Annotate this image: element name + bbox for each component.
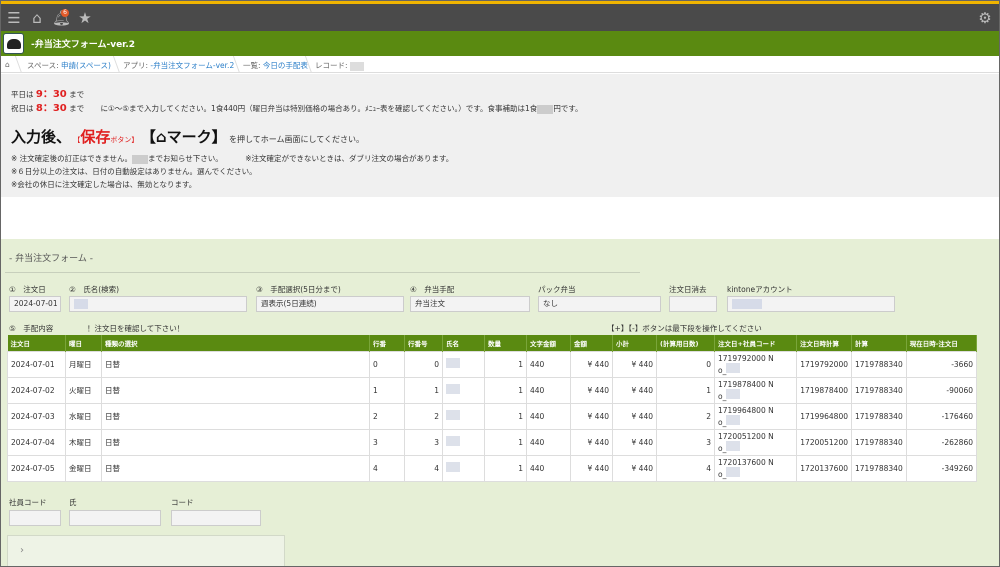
arrange-select[interactable]: 週表示(5日連続) bbox=[256, 296, 404, 312]
note-line-1: ※ 注文確定後の訂正はできません。 までお知らせ下さい。 ※注文確定ができないとき… bbox=[11, 154, 454, 164]
order-date-input[interactable]: 2024-07-01 bbox=[9, 296, 61, 312]
col-amount-text: 文字金額 bbox=[526, 335, 571, 351]
col-row: 行番 bbox=[369, 335, 405, 351]
gear-icon[interactable]: ⚙ bbox=[976, 9, 994, 27]
expand-panel[interactable]: › bbox=[7, 535, 285, 566]
col-row-number: 行番号 bbox=[404, 335, 443, 351]
app-window: ☰ ⌂ 🔔︎ 6 ★ ⚙ -弁当注文フォーム-ver.2 ⌂ スペース: 申請(… bbox=[0, 0, 1000, 567]
col-date-emp-code: 注文日+社員コード bbox=[714, 335, 797, 351]
emp-code-label: 社員コード bbox=[9, 498, 47, 507]
form-title: - 弁当注文フォーム - bbox=[9, 254, 93, 264]
breadcrumb-space-link[interactable]: 申請(スペース) bbox=[61, 61, 111, 70]
star-icon[interactable]: ★ bbox=[76, 9, 94, 27]
breadcrumb-list: 一覧: 今日の手配表 bbox=[243, 61, 308, 70]
app-header: -弁当注文フォーム-ver.2 bbox=[1, 31, 999, 56]
table-row: 2024-07-02 火曜日 日替 1 1 1 440 ¥ 440 ¥ 440 … bbox=[7, 376, 978, 404]
table-row: 2024-07-01 月曜日 日替 0 0 1 440 ¥ 440 ¥ 440 … bbox=[7, 350, 978, 378]
order-form: - 弁当注文フォーム - ① 注文日 2024-07-01 ② 氏名(検索) ③… bbox=[1, 239, 999, 566]
table-row: 2024-07-05 金曜日 日替 4 4 1 440 ¥ 440 ¥ 440 … bbox=[7, 454, 978, 482]
menu-icon[interactable]: ☰ bbox=[5, 9, 23, 27]
surname-input[interactable] bbox=[69, 510, 161, 526]
table-row: 2024-07-03 水曜日 日替 2 2 1 440 ¥ 440 ¥ 440 … bbox=[7, 402, 978, 430]
order-table: 注文日 曜日 種類の選択 行番 行番号 氏名 数量 文字金額 金額 小計 (計算… bbox=[7, 335, 978, 482]
col-date-calc: 注文日時計算 bbox=[796, 335, 852, 351]
emp-code-input[interactable] bbox=[9, 510, 61, 526]
holiday-deadline: 祝日は 8：30 まで に①～⑤まで入力してください。1食440円（曜日弁当は特… bbox=[11, 103, 583, 114]
col-amount: 金額 bbox=[570, 335, 613, 351]
notice-panel: 平日は 9：30 まで 祝日は 8：30 まで に①～⑤まで入力してください。1… bbox=[1, 74, 999, 197]
note-line-3: ※会社の休日に注文確定した場合は、無効となります。 bbox=[11, 180, 197, 189]
col-type: 種類の選択 bbox=[101, 335, 370, 351]
cancel-date-label: 注文日消去 bbox=[669, 285, 707, 294]
breadcrumb-app: アプリ: -弁当注文フォーム-ver.2 bbox=[123, 61, 235, 70]
account-label: kintoneアカウント bbox=[727, 285, 793, 294]
breadcrumb-app-link[interactable]: -弁当注文フォーム-ver.2 bbox=[150, 61, 234, 70]
content-label: ⑤ 手配内容 bbox=[9, 324, 54, 333]
pack-label: パック弁当 bbox=[538, 285, 576, 294]
breadcrumb: ⌂ スペース: 申請(スペース) アプリ: -弁当注文フォーム-ver.2 一覧… bbox=[1, 56, 999, 73]
weekday-deadline: 平日は 9：30 まで bbox=[11, 89, 85, 100]
breadcrumb-record: レコード: bbox=[315, 60, 364, 71]
chevron-right-icon[interactable]: › bbox=[20, 545, 24, 556]
col-quantity: 数量 bbox=[484, 335, 527, 351]
home-icon[interactable]: ⌂ bbox=[28, 9, 46, 27]
account-input[interactable] bbox=[727, 296, 895, 312]
code-label: コード bbox=[171, 498, 194, 507]
col-calc: 計算 bbox=[851, 335, 907, 351]
top-navigation: ☰ ⌂ 🔔︎ 6 ★ ⚙ bbox=[1, 1, 999, 31]
col-calc-days: (計算用日数) bbox=[656, 335, 715, 351]
home-icon-inline: ⌂ bbox=[155, 128, 167, 146]
name-label: ② 氏名(検索) bbox=[69, 285, 120, 294]
arrange-label: ③ 手配選択(5日分まで) bbox=[256, 285, 341, 294]
order-date-label: ① 注文日 bbox=[9, 285, 46, 294]
cancel-date-input[interactable] bbox=[669, 296, 717, 312]
name-search-input[interactable] bbox=[69, 296, 247, 312]
code-input[interactable] bbox=[171, 510, 261, 526]
bento-label: ④ 弁当手配 bbox=[410, 285, 455, 294]
app-icon bbox=[3, 33, 24, 54]
surname-label: 氏 bbox=[69, 498, 77, 507]
table-row: 2024-07-04 木曜日 日替 3 3 1 440 ¥ 440 ¥ 440 … bbox=[7, 428, 978, 456]
save-instruction: 入力後、 【保存ボタン】 【⌂マーク】 を押してホーム画面にしてください。 bbox=[11, 128, 365, 146]
col-subtotal: 小計 bbox=[612, 335, 657, 351]
table-hint: 【+】【-】ボタンは最下段を操作してください bbox=[607, 324, 762, 333]
col-weekday: 曜日 bbox=[65, 335, 102, 351]
breadcrumb-space: スペース: 申請(スペース) bbox=[27, 61, 111, 70]
col-name: 氏名 bbox=[442, 335, 485, 351]
col-now-minus-date: 現在日時-注文日 bbox=[906, 335, 978, 351]
app-title: -弁当注文フォーム-ver.2 bbox=[31, 40, 136, 50]
col-order-date: 注文日 bbox=[7, 335, 66, 351]
bento-select[interactable]: 弁当注文 bbox=[410, 296, 530, 312]
content-hint: ！注文日を確認して下さい！ bbox=[87, 324, 185, 333]
pack-select[interactable]: なし bbox=[538, 296, 661, 312]
notification-badge: 6 bbox=[61, 9, 69, 17]
note-line-2: ※６日分以上の注文は、日付の自動設定はありません。選んでください。 bbox=[11, 167, 257, 176]
